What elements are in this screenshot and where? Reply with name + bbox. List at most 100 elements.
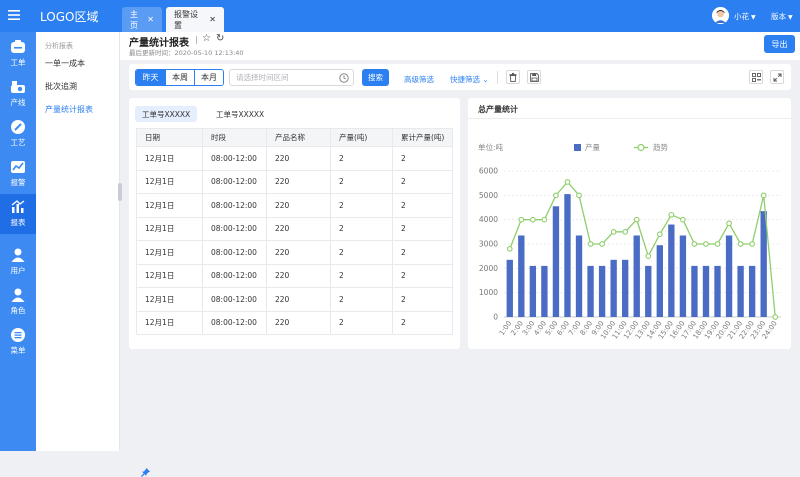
table-row[interactable]: 12月1日 08:00-12:00 220 2 2 <box>136 287 453 312</box>
table-row[interactable]: 12月1日 08:00-12:00 220 2 2 <box>136 193 453 218</box>
nav-item-workorder[interactable]: 工单 <box>0 34 36 74</box>
nav-item-process[interactable]: 工艺 <box>0 114 36 154</box>
table-row[interactable]: 12月1日 08:00-12:00 220 2 2 <box>136 263 453 288</box>
nav-item-production-line[interactable]: 产线 <box>0 74 36 114</box>
search-button[interactable]: 搜索 <box>362 69 389 86</box>
layout-settings-button[interactable] <box>749 70 763 84</box>
nav-item-role[interactable]: 角色 <box>0 282 36 322</box>
table-row[interactable]: 12月1日 08:00-12:00 220 2 2 <box>136 216 453 241</box>
production-table: 日期 时段 产品名称 产量(吨) 累计产量(吨) 12月1日 08:00-12:0… <box>136 128 453 335</box>
nav-item-alarm[interactable]: 报警 <box>0 154 36 194</box>
col-date[interactable]: 日期 <box>136 128 203 147</box>
export-button[interactable]: 导出 <box>764 35 795 53</box>
bar <box>564 194 571 317</box>
legend-label-bar: 产量 <box>585 142 600 152</box>
range-month-button[interactable]: 本月 <box>194 70 223 85</box>
trend-point <box>760 192 767 199</box>
table-cell: 220 <box>266 240 331 265</box>
trend-point <box>518 216 525 223</box>
pin-icon[interactable] <box>141 468 150 477</box>
table-cell: 08:00-12:00 <box>202 240 267 265</box>
table-cell: 12月1日 <box>136 310 203 335</box>
nav-label: 产线 <box>10 98 26 107</box>
bar <box>679 235 687 317</box>
table-cell: 08:00-12:00 <box>202 169 267 194</box>
col-period[interactable]: 时段 <box>202 128 267 147</box>
range-week-button[interactable]: 本周 <box>165 70 194 85</box>
title-divider <box>196 36 197 44</box>
table-row[interactable]: 12月1日 08:00-12:00 220 2 2 <box>136 146 453 171</box>
legend-label-line: 趋势 <box>653 142 668 152</box>
table-cell: 2 <box>330 263 393 288</box>
save-icon <box>529 72 539 82</box>
bar <box>633 235 640 317</box>
close-icon[interactable]: ✕ <box>147 15 154 24</box>
tab-label: 报警设置 <box>174 9 198 30</box>
col-cumulative[interactable]: 累计产量(吨) <box>392 128 453 147</box>
table-cell: 2 <box>392 240 453 265</box>
tab-alarm-settings[interactable]: 报警设置 ✕ <box>166 7 224 32</box>
bar <box>656 245 663 317</box>
fullscreen-button[interactable] <box>770 70 784 84</box>
table-cell: 12月1日 <box>136 263 203 288</box>
nav-item-user[interactable]: 用户 <box>0 242 36 282</box>
refresh-icon[interactable]: ↻ <box>216 33 224 44</box>
main-content: 产量统计报表 ☆ ↻ 最后更新时间：2020-05-10 12:13:40 导出… <box>120 32 800 451</box>
bar <box>552 206 560 317</box>
nav-item-menu[interactable]: 菜单 <box>0 322 36 362</box>
trend-point <box>599 241 605 247</box>
sub-sidebar: 分析报表 一单一成本 批次追溯 产量统计报表 <box>36 32 150 477</box>
user-icon <box>11 248 25 262</box>
star-icon[interactable]: ☆ <box>202 33 211 44</box>
nav-item-report[interactable]: 报表 <box>0 194 36 234</box>
col-product[interactable]: 产品名称 <box>266 128 331 147</box>
trend-point <box>726 220 732 227</box>
hamburger-menu-icon[interactable] <box>8 9 20 21</box>
advanced-filter-link[interactable]: 高级筛选 <box>404 74 434 85</box>
nav-label: 报表 <box>10 218 26 227</box>
tab-workorder-2[interactable]: 工单号XXXXX <box>209 106 271 122</box>
trend-point <box>668 211 675 218</box>
trend-point <box>737 241 744 247</box>
bar <box>702 265 710 317</box>
tab-workorder-1[interactable]: 工单号XXXXX <box>135 106 198 122</box>
save-button[interactable] <box>527 70 541 84</box>
user-name: 小花 <box>734 12 749 21</box>
trash-icon <box>509 72 517 82</box>
user-menu[interactable]: 小花 ▼ <box>734 11 756 22</box>
avatar[interactable] <box>712 7 729 24</box>
subnav-item-production-report[interactable]: 产量统计报表 <box>45 104 93 115</box>
chevron-down-icon: ⌄ <box>482 75 489 84</box>
subnav-item-cost[interactable]: 一单一成本 <box>45 58 85 69</box>
table-row[interactable]: 12月1日 08:00-12:00 220 2 2 <box>136 240 453 265</box>
table-cell: 220 <box>266 169 331 194</box>
table-row[interactable]: 12月1日 08:00-12:00 220 2 2 <box>136 310 453 335</box>
last-updated: 最后更新时间：2020-05-10 12:13:40 <box>129 49 244 57</box>
bar <box>725 235 733 317</box>
table-cell: 2 <box>392 287 453 312</box>
range-yesterday-button[interactable]: 昨天 <box>136 70 165 85</box>
quick-filter-dropdown[interactable]: 快捷筛选 ⌄ <box>450 74 489 85</box>
time-range-input[interactable]: 请选择时间区间 <box>229 69 354 86</box>
trend-point <box>772 314 779 320</box>
table-row[interactable]: 12月1日 08:00-12:00 220 2 2 <box>136 169 453 194</box>
trend-point <box>541 216 548 223</box>
trend-point <box>564 179 571 185</box>
trend-point <box>610 228 617 235</box>
tab-home[interactable]: 主页 ✕ <box>122 7 162 32</box>
table-cell: 12月1日 <box>136 287 203 312</box>
grid-settings-icon <box>751 72 761 82</box>
version-menu[interactable]: 版本 ▼ <box>771 11 793 22</box>
table-cell: 220 <box>266 146 331 171</box>
delete-button[interactable] <box>506 70 520 84</box>
close-icon[interactable]: ✕ <box>209 15 216 24</box>
report-icon <box>11 200 25 213</box>
table-cell: 2 <box>392 193 453 218</box>
bar <box>518 235 525 317</box>
trend-point <box>645 253 652 260</box>
logo: LOGO区域 <box>40 10 99 24</box>
trend-point <box>749 241 755 247</box>
col-output[interactable]: 产量(吨) <box>330 128 393 147</box>
subnav-item-batch-trace[interactable]: 批次追溯 <box>45 81 77 92</box>
table-cell: 2 <box>330 240 393 265</box>
